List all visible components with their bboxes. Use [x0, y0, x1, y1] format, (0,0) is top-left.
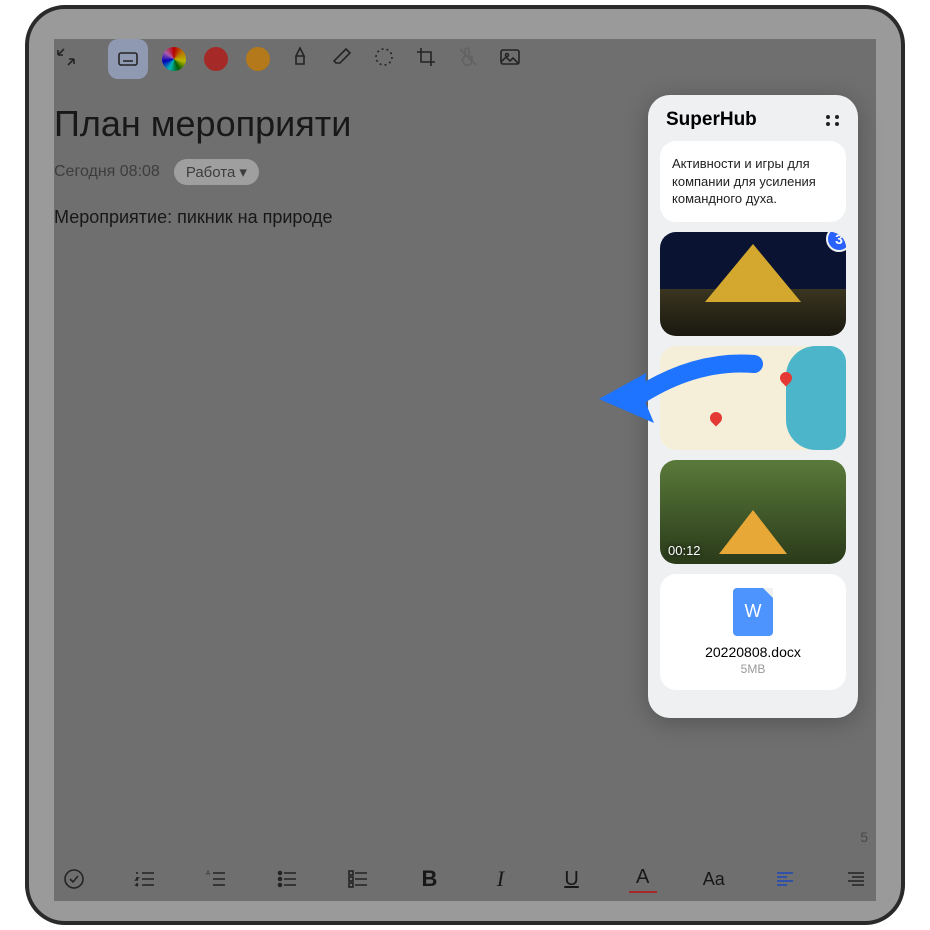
note-tag[interactable]: Работа ▾: [174, 159, 259, 185]
align-more-button[interactable]: [842, 865, 870, 893]
drawing-toolbar: [162, 45, 522, 74]
list-numbered-icon[interactable]: [131, 865, 159, 893]
superhub-video-card[interactable]: 00:12: [660, 460, 846, 564]
crop-icon[interactable]: [414, 45, 438, 74]
note-timestamp: Сегодня 08:08: [54, 163, 160, 181]
list-lettered-icon[interactable]: A: [202, 865, 230, 893]
keyboard-tool[interactable]: [108, 39, 148, 79]
italic-button[interactable]: I: [486, 865, 514, 893]
page-number: 5: [860, 829, 868, 845]
superhub-title: SuperHub: [666, 109, 757, 131]
docx-icon: W: [733, 588, 773, 636]
checklist-icon[interactable]: [60, 865, 88, 893]
color-yellow[interactable]: [246, 47, 270, 71]
drag-arrow-annotation: [584, 349, 764, 444]
bold-button[interactable]: B: [415, 865, 443, 893]
align-left-button[interactable]: [771, 865, 799, 893]
superhub-file-card[interactable]: W 20220808.docx 5MB: [660, 574, 846, 690]
file-name: 20220808.docx: [668, 644, 838, 660]
color-red[interactable]: [204, 47, 228, 71]
list-bullet-icon[interactable]: [273, 865, 301, 893]
color-picker-icon[interactable]: [162, 47, 186, 71]
superhub-image-stack[interactable]: 3: [660, 232, 846, 336]
image-icon[interactable]: [498, 45, 522, 74]
video-duration: 00:12: [668, 543, 701, 558]
chevron-down-icon: ▾: [239, 163, 247, 181]
lasso-icon[interactable]: [372, 45, 396, 74]
tablet-frame: План мероприяти Сегодня 08:08 Работа ▾ М…: [25, 5, 905, 925]
drag-handle-icon[interactable]: [826, 115, 840, 126]
list-check-icon[interactable]: [344, 865, 372, 893]
eraser-icon[interactable]: [330, 45, 354, 74]
top-toolbar: [54, 39, 876, 79]
underline-button[interactable]: U: [558, 865, 586, 893]
superhub-text-card[interactable]: Активности и игры для компании для усиле…: [660, 141, 846, 222]
svg-text:A: A: [206, 871, 210, 877]
notes-app-screen: План мероприяти Сегодня 08:08 Работа ▾ М…: [54, 39, 876, 901]
file-size: 5MB: [668, 662, 838, 676]
text-color-button[interactable]: A: [629, 865, 657, 893]
font-button[interactable]: Aa: [700, 865, 728, 893]
highlighter-icon[interactable]: [288, 45, 312, 74]
finger-draw-icon[interactable]: [456, 45, 480, 74]
format-toolbar: A B I U A Aa: [54, 865, 876, 893]
collapse-icon[interactable]: [54, 45, 82, 73]
